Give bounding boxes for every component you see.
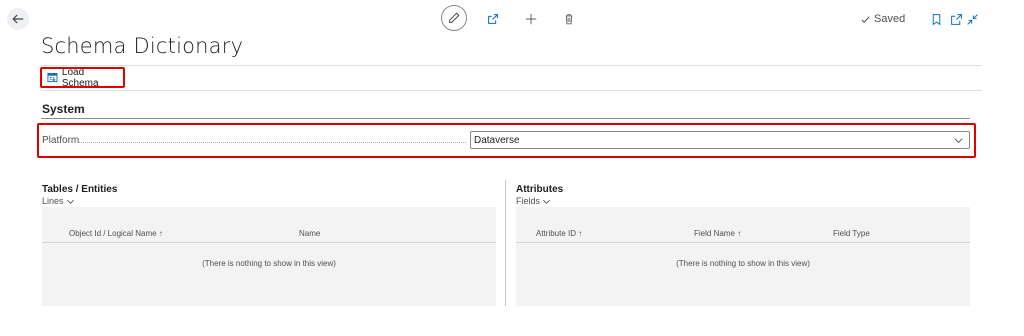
bookmark-button[interactable] [928, 11, 944, 27]
section-underline [41, 118, 970, 119]
tables-grid-header: Object Id / Logical Name ↑ Name [42, 224, 496, 243]
parts-divider [505, 180, 506, 306]
load-schema-button[interactable]: Load Schema [40, 66, 125, 89]
column-header-field-name[interactable]: Field Name ↑ [694, 229, 741, 238]
attributes-part-title: Attributes [516, 184, 564, 195]
platform-select[interactable]: Dataverse [470, 131, 970, 149]
collapse-icon [966, 13, 978, 25]
fields-menu[interactable]: Fields [516, 196, 551, 206]
attributes-empty-message: (There is nothing to show in this view) [676, 259, 810, 268]
open-new-window-icon [950, 13, 962, 25]
share-button[interactable] [485, 11, 501, 27]
checkmark-icon [861, 15, 870, 23]
chevron-down-icon [66, 199, 74, 204]
field-leader-dots [79, 142, 466, 143]
section-title-system: System [42, 102, 85, 116]
saved-label: Saved [874, 13, 906, 25]
chevron-down-icon [543, 199, 550, 204]
attributes-grid: Attribute ID ↑ Field Name ↑ Field Type (… [516, 207, 970, 306]
tables-empty-message: (There is nothing to show in this view) [202, 259, 336, 268]
plus-icon [525, 13, 537, 25]
lines-menu[interactable]: Lines [42, 196, 75, 206]
column-header-name[interactable]: Name [299, 229, 320, 238]
platform-label: Platform [42, 135, 80, 146]
open-new-window-button[interactable] [948, 11, 964, 27]
edit-pencil-icon [449, 12, 460, 23]
load-schema-label: Load Schema [61, 66, 99, 89]
divider [41, 65, 982, 66]
saved-status: Saved [860, 13, 905, 25]
collapse-button[interactable] [964, 11, 980, 27]
chevron-down-icon [954, 138, 963, 143]
platform-value: Dataverse [474, 134, 520, 146]
edit-button[interactable] [441, 5, 467, 31]
column-header-field-type[interactable]: Field Type [833, 229, 870, 238]
trash-icon [565, 14, 573, 25]
fields-menu-label: Fields [516, 196, 541, 206]
column-header-object-id[interactable]: Object Id / Logical Name ↑ [69, 229, 163, 238]
attributes-grid-header: Attribute ID ↑ Field Name ↑ Field Type [516, 224, 970, 243]
delete-button[interactable] [561, 11, 577, 27]
tables-grid: Object Id / Logical Name ↑ Name (There i… [42, 207, 496, 306]
page-title: Schema Dictionary [41, 34, 244, 58]
tables-part-title: Tables / Entities [42, 184, 118, 195]
lines-menu-label: Lines [42, 196, 64, 206]
bookmark-icon [932, 13, 940, 25]
back-button[interactable] [7, 8, 29, 30]
column-header-attribute-id[interactable]: Attribute ID ↑ [536, 229, 582, 238]
back-arrow-icon [12, 14, 24, 24]
load-schema-icon [47, 72, 58, 83]
new-button[interactable] [523, 11, 539, 27]
share-icon [488, 14, 498, 24]
divider [41, 90, 982, 91]
